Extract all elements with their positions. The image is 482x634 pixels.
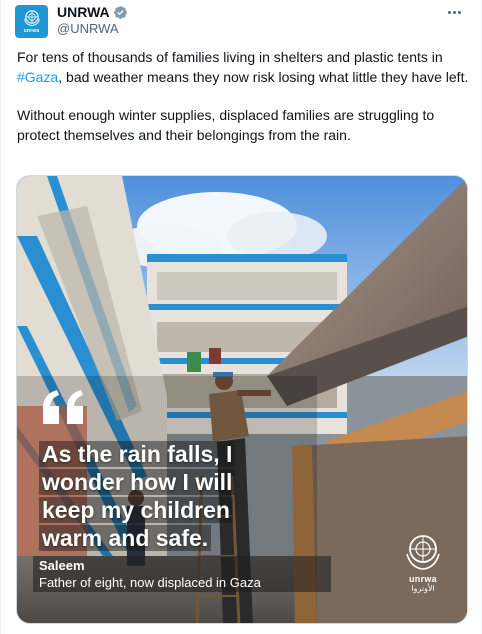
hashtag-link[interactable]: #Gaza [17,69,58,85]
post-paragraph-2: Without enough winter supplies, displace… [17,107,435,143]
avatar[interactable]: unrwa [15,5,48,38]
display-name[interactable]: UNRWA [57,4,110,21]
unrwa-logo: unrwa الأونروا [399,532,447,594]
dot [457,10,461,14]
more-options-icon[interactable] [443,4,465,20]
post-text: For tens of thousands of families living… [17,48,472,145]
post-text-segment: For tens of thousands of families living… [17,49,443,65]
post-paragraph-1: For tens of thousands of families living… [17,48,472,87]
verified-badge-icon [113,6,127,19]
logo-label: unrwa [408,574,437,584]
caption-name: Saleem [39,558,85,573]
dot [447,10,451,14]
quote-line: wonder how I will [39,469,236,495]
avatar-label: unrwa [23,28,40,34]
logo-label-arabic: الأونروا [411,584,435,593]
un-emblem-icon [406,535,440,570]
post-text-segment: , bad weather means they now risk losing… [58,68,469,85]
caption-role: Father of eight, now displaced in Gaza [39,575,261,590]
quote-mark-icon [43,390,83,424]
un-emblem-icon [23,10,40,26]
quote-line: warm and safe. [39,525,212,551]
post-image[interactable]: As the rain falls, I wonder how I will k… [16,175,468,624]
image-quote: As the rain falls, I wonder how I will k… [39,440,309,552]
tweet-card: unrwa UNRWA @UNRWA For tens of thousands… [0,0,482,634]
quote-line: As the rain falls, I [39,441,236,467]
author-name-row: UNRWA [57,4,128,21]
quote-line: keep my children [39,497,233,523]
author-handle[interactable]: @UNRWA [57,21,119,37]
dot [452,10,456,14]
